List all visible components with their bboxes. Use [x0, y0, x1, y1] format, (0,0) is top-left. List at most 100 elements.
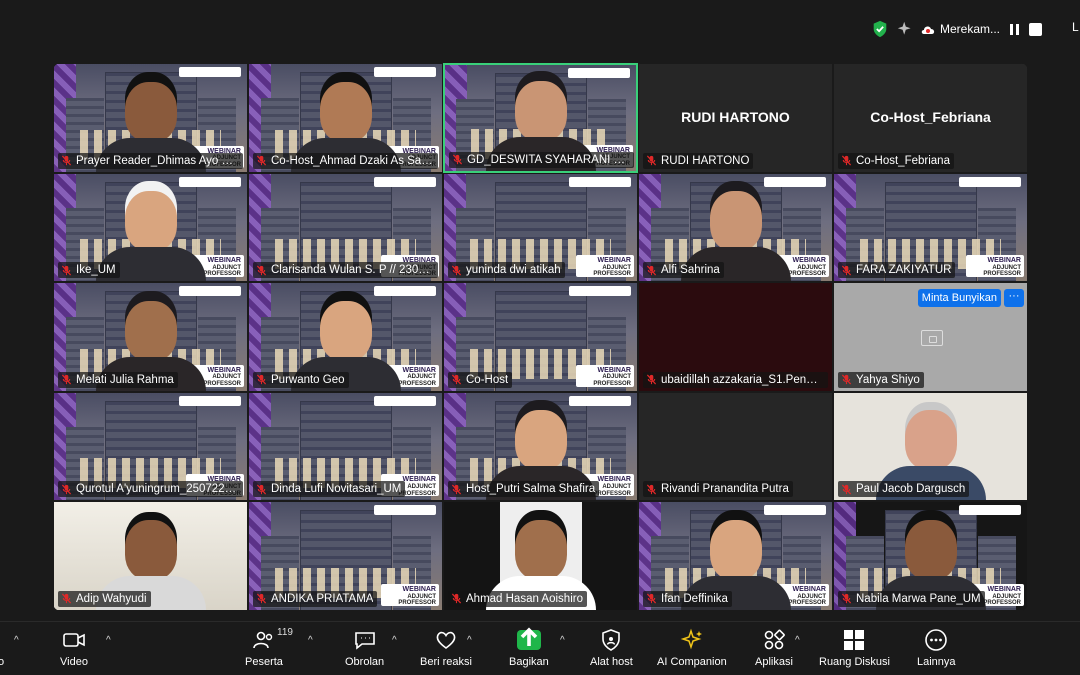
share-screen-icon: [516, 627, 541, 650]
participant-name-bar: Yahya Shiyo: [838, 371, 924, 388]
participant-tile[interactable]: WEBINARADJUNCT PROFESSORQurotul A'yuning…: [53, 391, 248, 502]
participant-tile[interactable]: Adip Wahyudi: [53, 501, 248, 611]
participant-tile[interactable]: WEBINAR ADJUNCT PROFESSOR Host_Putri Salma…: [443, 391, 638, 502]
stop-recording-button[interactable]: [1029, 22, 1042, 36]
video-caret-icon[interactable]: ^: [106, 635, 111, 646]
participant-tile[interactable]: WEBINAR ADJUNCT PROFESSOR Melati Julia Rah…: [53, 282, 248, 392]
participant-name: FARA ZAKIYATUR: [856, 264, 952, 277]
sponsor-logos: [569, 395, 631, 406]
participant-name-bar: Qurotul A'yuningrum_2507226...: [58, 481, 243, 498]
recording-indicator[interactable]: Merekam...: [921, 22, 1000, 36]
participants-label: Peserta: [245, 656, 283, 668]
share-screen-button[interactable]: Bagikan: [509, 627, 549, 668]
muted-mic-icon: [256, 593, 267, 604]
participant-name: Co-Host_Febriana: [856, 154, 950, 167]
video-label: Video: [60, 656, 88, 668]
participant-tile[interactable]: WEBINAR ADJUNCT PROFESSOR FARA ZAKIYATUR: [833, 172, 1028, 283]
audio-button-clipped[interactable]: o: [0, 628, 4, 668]
participant-tile[interactable]: WEBINAR ADJUNCT PROFESSOR Nabila Marwa Pan…: [833, 501, 1028, 611]
reactions-button[interactable]: Beri reaksi: [420, 628, 472, 668]
participant-tile[interactable]: ubaidillah azzakaria_S1.Pend....: [638, 282, 833, 392]
participant-tile[interactable]: WEBINAR ADJUNCT PROFESSOR Co-Host: [443, 282, 638, 392]
participant-name-bar: yuninda dwi atikah: [448, 262, 565, 279]
sponsor-logos: [568, 68, 630, 78]
meeting-toolbar: o ^ Video ^ Peserta 119 ^ Obrolan ^ Beri…: [0, 621, 1080, 675]
participant-tile[interactable]: WEBINAR ADJUNCT PROFESSOR Ike_UM: [53, 172, 248, 283]
reactions-caret-icon[interactable]: ^: [467, 635, 472, 646]
video-camera-icon: [63, 633, 85, 647]
participant-tile[interactable]: WEBINARADJUNCT PROFESSORGD_DESWITA SYAHA…: [443, 63, 638, 173]
participant-name: Co-Host: [466, 373, 509, 386]
muted-mic-icon: [646, 593, 657, 604]
sponsor-logos: [569, 176, 631, 187]
participant-tile[interactable]: WEBINAR ADJUNCT PROFESSOR Purwanto Geo: [248, 282, 443, 392]
participant-name-bar: Adip Wahyudi: [58, 590, 151, 607]
participant-tile[interactable]: WEBINAR ADJUNCT PROFESSOR ANDIKA PRIATAMA: [248, 501, 443, 611]
participant-name-bar: FARA ZAKIYATUR: [838, 262, 956, 279]
participant-name: Co-Host_Ahmad Dzaki As Sajj...: [271, 154, 434, 167]
participant-tile[interactable]: Co-Host_Febriana Co-Host_Febriana: [833, 63, 1028, 173]
participant-tile[interactable]: Ahmad Hasan Aoishiro: [443, 501, 638, 611]
participant-name-bar: Co-Host: [448, 371, 513, 388]
ring-button[interactable]: Minta Bunyikan: [917, 289, 1001, 308]
participant-tile[interactable]: WEBINARADJUNCT PROFESSORCo-Host_Ahmad Dz…: [248, 63, 443, 173]
participant-name: Paul Jacob Dargusch: [856, 483, 966, 496]
breakout-rooms-button[interactable]: Ruang Diskusi: [819, 628, 890, 668]
sponsor-logos: [179, 395, 241, 406]
participant-tile[interactable]: WEBINARADJUNCT PROFESSORClarisanda Wulan…: [248, 172, 443, 283]
share-label: Bagikan: [509, 656, 549, 668]
participant-tile[interactable]: WEBINAR ADJUNCT PROFESSOR Alfi Sahrina: [638, 172, 833, 283]
more-options-button[interactable]: ···: [1004, 289, 1024, 308]
sponsor-logos: [959, 176, 1021, 187]
muted-mic-icon: [841, 593, 852, 604]
participant-name: Rivandi Pranandita Putra: [661, 483, 789, 496]
participant-name: GD_DESWITA SYAHARANI JASMI...: [467, 153, 630, 166]
participants-caret-icon[interactable]: ^: [308, 635, 313, 646]
participant-display-name: Co-Host_Febriana: [870, 109, 991, 125]
locked-screen-icon: [921, 330, 943, 347]
ai-companion-button[interactable]: AI Companion: [657, 628, 727, 668]
ai-sparkle-icon[interactable]: [897, 21, 913, 37]
participant-name-bar: Nabila Marwa Pane_UM: [838, 590, 985, 607]
participant-tile[interactable]: RUDI HARTONO RUDI HARTONO: [638, 63, 833, 173]
participant-tile[interactable]: WEBINAR ADJUNCT PROFESSOR yuninda dwi atik…: [443, 172, 638, 283]
top-bar: Merekam... L: [0, 0, 1080, 58]
participant-tile[interactable]: WEBINAR ADJUNCT PROFESSOR Dinda Lufi Novit…: [248, 391, 443, 502]
reactions-label: Beri reaksi: [420, 656, 472, 668]
apps-caret-icon[interactable]: ^: [795, 635, 800, 646]
sponsor-logos: [179, 176, 241, 187]
chat-caret-icon[interactable]: ^: [392, 635, 397, 646]
webinar-banner: WEBINARADJUNCT PROFESSOR: [966, 255, 1024, 277]
participant-name-bar: Rivandi Pranandita Putra: [643, 481, 793, 498]
participant-tile[interactable]: Minta Bunyikan ··· Yahya Shiyo: [833, 282, 1028, 392]
participant-tile[interactable]: WEBINARADJUNCT PROFESSORPrayer Reader_Dh…: [53, 63, 248, 173]
participant-name-bar: Dinda Lufi Novitasari_UM: [253, 481, 406, 498]
breakout-rooms-icon: [844, 630, 865, 650]
chat-button[interactable]: Obrolan: [345, 628, 384, 668]
participant-name: ANDIKA PRIATAMA: [271, 592, 374, 605]
heart-icon: [436, 631, 456, 649]
more-button[interactable]: Lainnya: [917, 628, 956, 668]
more-label: Lainnya: [917, 656, 956, 668]
participant-name-bar: Purwanto Geo: [253, 371, 349, 388]
muted-mic-icon: [451, 484, 462, 495]
video-button[interactable]: Video: [60, 628, 88, 668]
audio-caret-icon[interactable]: ^: [14, 635, 19, 646]
participant-name-bar: Alfi Sahrina: [643, 262, 724, 279]
participant-tile[interactable]: Rivandi Pranandita Putra: [638, 391, 833, 502]
muted-mic-icon: [841, 155, 852, 166]
participant-name: Melati Julia Rahma: [76, 373, 174, 386]
participants-icon: [253, 631, 273, 649]
host-tools-button[interactable]: Alat host: [590, 628, 633, 668]
participant-tile[interactable]: Paul Jacob Dargusch: [833, 391, 1028, 502]
sponsor-logos: [374, 395, 436, 406]
chat-label: Obrolan: [345, 656, 385, 668]
share-caret-icon[interactable]: ^: [560, 635, 565, 646]
muted-mic-icon: [646, 155, 657, 166]
participant-name: Alfi Sahrina: [661, 264, 720, 277]
breakout-rooms-label: Ruang Diskusi: [819, 656, 890, 668]
apps-button[interactable]: Aplikasi: [755, 628, 793, 668]
participant-tile[interactable]: WEBINAR ADJUNCT PROFESSOR Ifan Deffinika: [638, 501, 833, 611]
pause-recording-button[interactable]: [1008, 23, 1021, 36]
security-shield-icon[interactable]: [871, 20, 889, 38]
